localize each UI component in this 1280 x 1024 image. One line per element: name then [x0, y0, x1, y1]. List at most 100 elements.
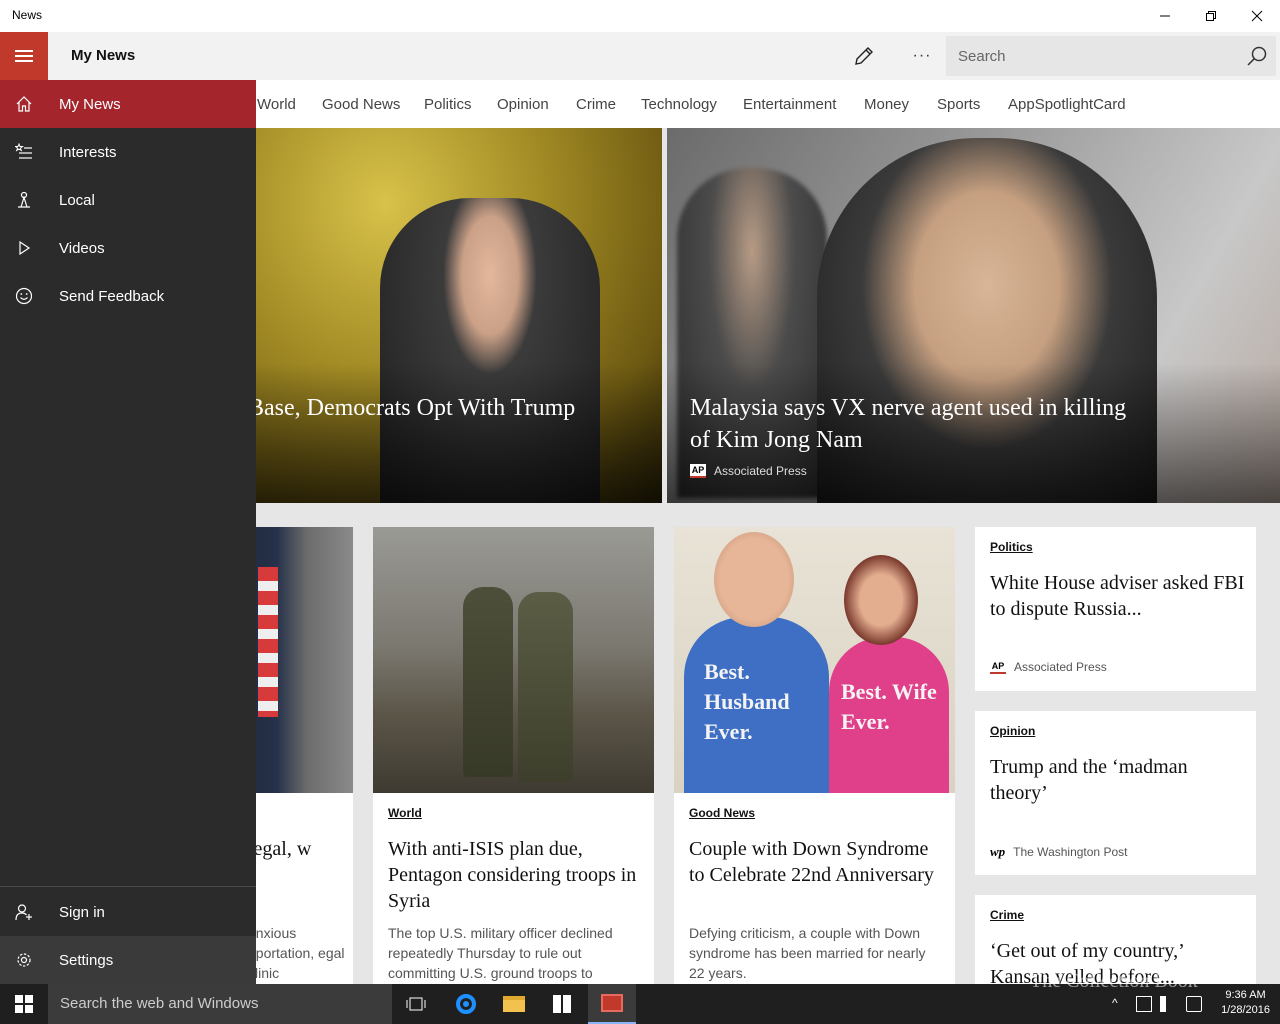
task-view-button[interactable] [392, 984, 440, 1024]
local-icon [0, 176, 48, 224]
edit-button[interactable] [848, 40, 880, 72]
nav-item-label: My News [59, 95, 121, 113]
interests-icon [0, 128, 48, 176]
source-name: Associated Press [1014, 660, 1107, 674]
hamburger-icon [15, 50, 33, 62]
close-icon [1251, 10, 1263, 22]
search-box[interactable] [946, 36, 1276, 76]
tab-world[interactable]: World [257, 96, 296, 113]
hero-story-2[interactable]: Malaysia says VX nerve agent used in kil… [667, 128, 1280, 503]
tab-politics[interactable]: Politics [424, 96, 472, 113]
tab-money[interactable]: Money [864, 96, 909, 113]
tab-sports[interactable]: Sports [937, 96, 980, 113]
hero-source-2: AP Associated Press [690, 464, 807, 478]
washington-post-logo-icon: wp [990, 844, 1006, 859]
card-title-2: With anti-ISIS plan due, Pentagon consid… [388, 838, 637, 912]
card-title-1: legal, w [248, 838, 312, 860]
more-button[interactable]: ··· [906, 40, 938, 72]
nav-divider [0, 886, 256, 887]
action-center-icon[interactable] [1186, 996, 1202, 1012]
taskbar-search-box[interactable]: Search the web and Windows [48, 984, 392, 1024]
nav-item-settings[interactable]: Settings [0, 936, 256, 984]
clock-date: 1/28/2016 [1221, 1004, 1270, 1016]
hamburger-button[interactable] [0, 32, 48, 80]
store-button[interactable] [538, 984, 586, 1024]
page-title: My News [71, 47, 136, 64]
tab-good-news[interactable]: Good News [322, 96, 400, 113]
store-icon [553, 995, 571, 1013]
nav-item-label: Interests [59, 143, 117, 161]
side-card-category-2[interactable]: Opinion [990, 724, 1035, 738]
side-card-source-1: AP Associated Press [990, 660, 1107, 674]
clock-time: 9:36 AM [1225, 989, 1266, 1001]
card-image-2 [373, 527, 654, 793]
start-button[interactable] [0, 984, 48, 1024]
pencil-icon [855, 47, 873, 65]
tab-opinion[interactable]: Opinion [497, 96, 549, 113]
nav-item-label: Send Feedback [59, 287, 165, 305]
card-desc-3: Defying criticism, a couple with Down sy… [689, 925, 926, 981]
side-card-source-2: wp The Washington Post [990, 844, 1127, 860]
close-button[interactable] [1234, 0, 1280, 32]
tab-appspotlightcard[interactable]: AppSpotlightCard [1008, 96, 1126, 113]
task-view-icon [406, 997, 426, 1011]
app-header: My News ··· [0, 32, 1280, 80]
nav-item-label: Local [59, 191, 95, 209]
nav-item-interests[interactable]: Interests [0, 128, 256, 176]
tray-overflow-icon[interactable]: ^ [1112, 996, 1128, 1012]
tab-entertainment[interactable]: Entertainment [743, 96, 836, 113]
home-icon [0, 80, 48, 128]
hero-headline-1: Base, Democrats Opt With Trump [248, 395, 576, 421]
card-category-3[interactable]: Good News [689, 806, 755, 820]
hero-story-1[interactable]: Base, Democrats Opt With Trump [200, 128, 662, 503]
search-icon[interactable] [1246, 45, 1268, 67]
navigation-pane: My News Interests Local Videos Send Feed… [0, 80, 256, 984]
minimize-button[interactable] [1142, 0, 1188, 32]
minimize-icon [1160, 15, 1170, 17]
nav-item-label: Settings [59, 951, 114, 969]
side-card-2[interactable]: Opinion Trump and the ‘madman theory’ wp… [975, 711, 1256, 875]
story-card-2[interactable]: World With anti-ISIS plan due, Pentagon … [373, 527, 654, 984]
card-desc-1: anxious eportation, egal clinic [248, 925, 345, 981]
source-name: The Washington Post [1013, 845, 1128, 859]
gear-icon [0, 936, 48, 984]
edge-icon [456, 994, 476, 1014]
nav-item-label: Videos [59, 239, 105, 257]
app-title: News [12, 8, 43, 22]
story-card-3[interactable]: Best. Husband Ever. Best. Wife Ever. Goo… [674, 527, 955, 984]
tab-technology[interactable]: Technology [641, 96, 717, 113]
source-name: Associated Press [714, 464, 807, 478]
side-card-title-1: White House adviser asked FBI to dispute… [990, 572, 1245, 620]
edge-button[interactable] [442, 984, 490, 1024]
news-icon [601, 994, 623, 1012]
nav-item-videos[interactable]: Videos [0, 224, 256, 272]
nav-item-send-feedback[interactable]: Send Feedback [0, 272, 256, 320]
nav-item-label: Sign in [59, 903, 105, 921]
ap-logo-icon: AP [690, 464, 706, 478]
restore-button[interactable] [1188, 0, 1234, 32]
news-app-button[interactable] [588, 984, 636, 1024]
smiley-icon [0, 272, 48, 320]
more-icon: ··· [912, 47, 932, 64]
nav-item-my-news[interactable]: My News [0, 80, 256, 128]
tab-crime[interactable]: Crime [576, 96, 616, 113]
hero-headline-2: Malaysia says VX nerve agent used in kil… [690, 395, 1127, 453]
network-icon[interactable] [1136, 996, 1152, 1012]
folder-icon [503, 996, 525, 1012]
shirt-left: Best. Husband Ever. [684, 617, 829, 793]
card-desc-2: The top U.S. military officer declined r… [388, 925, 613, 981]
side-card-category-1[interactable]: Politics [990, 540, 1033, 554]
volume-icon[interactable] [1160, 996, 1176, 1012]
card-category-2[interactable]: World [388, 806, 422, 820]
watermark: The Collection Book [1030, 970, 1198, 992]
shirt-right: Best. Wife Ever. [829, 637, 949, 793]
side-card-1[interactable]: Politics White House adviser asked FBI t… [975, 527, 1256, 691]
clock[interactable]: 9:36 AM 1/28/2016 [1221, 988, 1270, 1018]
search-input[interactable] [946, 36, 1236, 76]
file-explorer-button[interactable] [490, 984, 538, 1024]
play-icon [0, 224, 48, 272]
nav-item-sign-in[interactable]: Sign in [0, 888, 256, 936]
windows-logo-icon [15, 995, 33, 1013]
side-card-category-3[interactable]: Crime [990, 908, 1024, 922]
nav-item-local[interactable]: Local [0, 176, 256, 224]
